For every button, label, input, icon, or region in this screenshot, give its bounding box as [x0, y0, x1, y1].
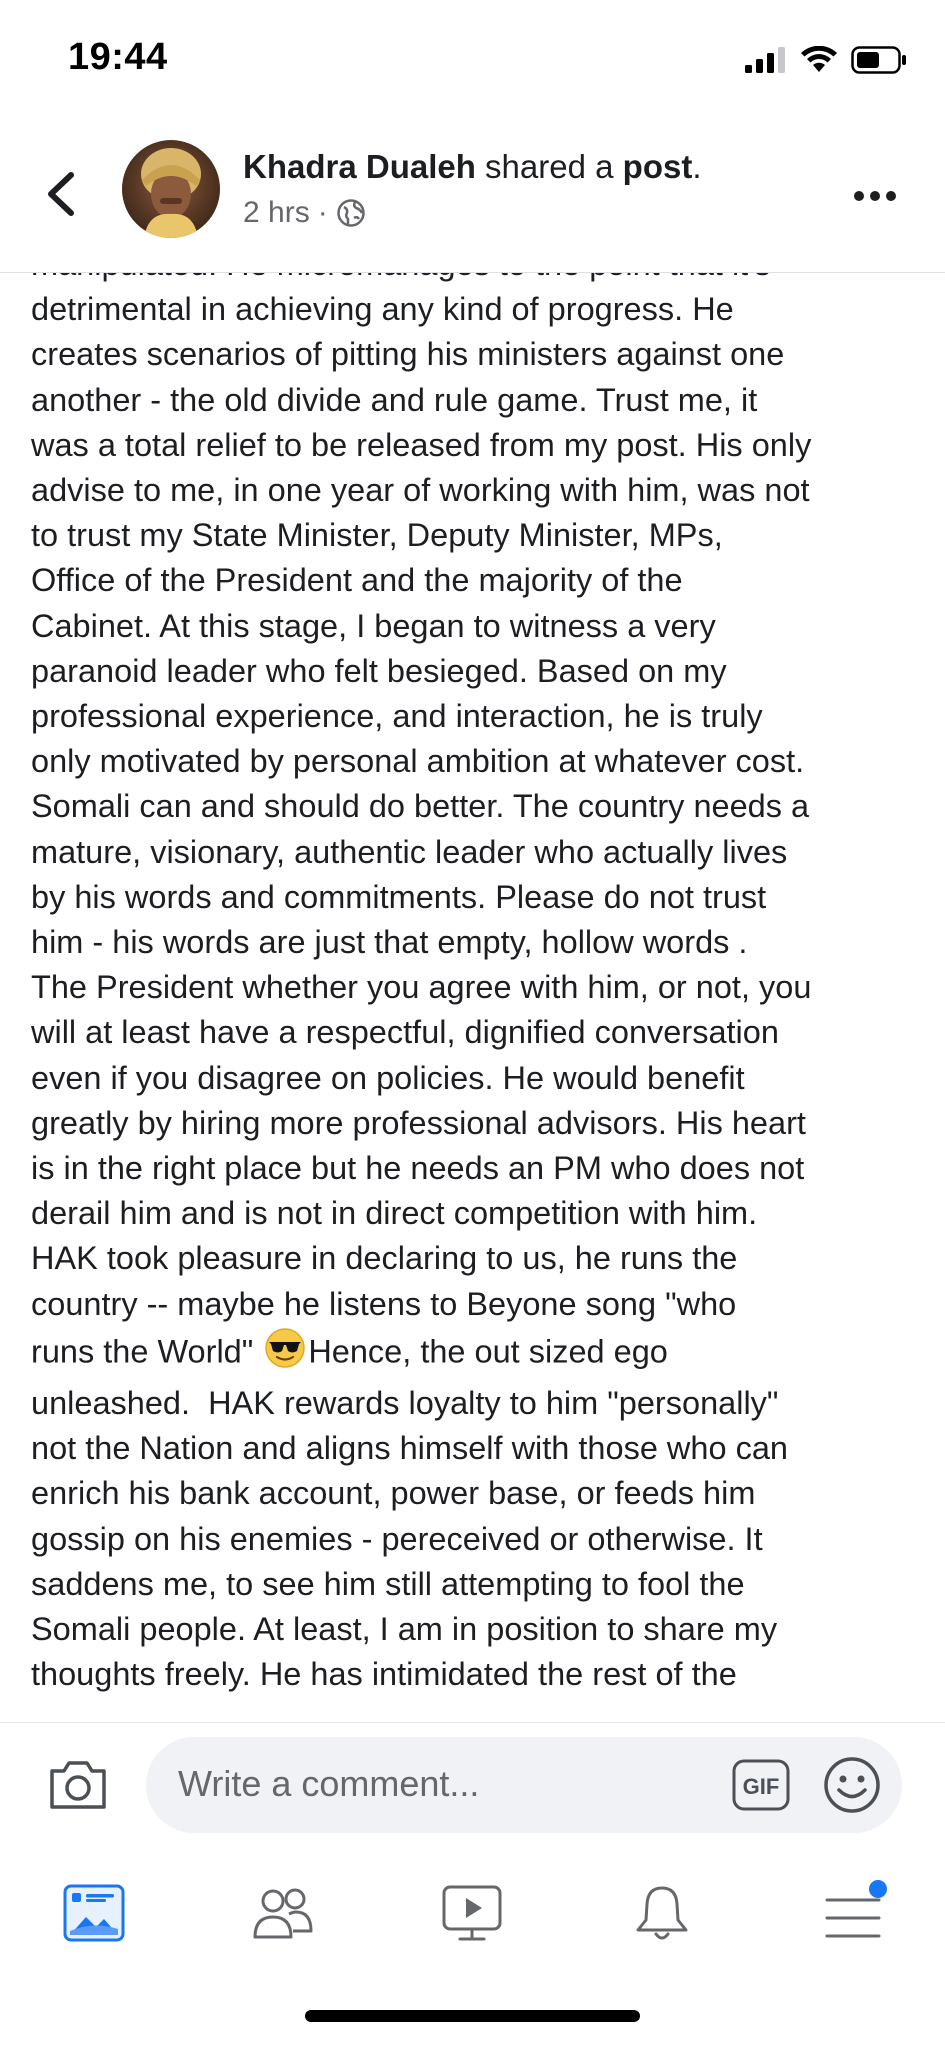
gif-icon: GIF [732, 1759, 790, 1811]
watch-icon [442, 1885, 502, 1941]
comment-input[interactable]: Write a comment... GIF [146, 1737, 902, 1833]
dot [886, 191, 896, 201]
dot [870, 191, 880, 201]
avatar[interactable] [122, 140, 220, 238]
nav-watch[interactable] [436, 1877, 508, 1949]
post-link[interactable]: post [623, 148, 693, 185]
status-icons [745, 40, 907, 80]
chevron-left-icon [48, 172, 74, 216]
comment-placeholder: Write a comment... [178, 1763, 480, 1804]
punctuation: . [692, 148, 702, 185]
menu-icon [825, 1880, 887, 1938]
gif-button[interactable]: GIF [732, 1759, 790, 1811]
post-text-part-1: manipulated. He micromanages to the poin… [31, 246, 812, 1370]
post-text-part-2: Hence, the out sized ego unleashed. HAK … [31, 1333, 788, 1693]
post-text: manipulated. He micromanages to the poin… [31, 242, 921, 1698]
nav-notifications[interactable] [626, 1877, 698, 1949]
globe-icon [336, 199, 365, 227]
bottom-nav [0, 1849, 945, 2048]
wifi-icon [801, 46, 837, 72]
status-time: 19:44 [68, 36, 168, 78]
news-feed-icon [63, 1884, 125, 1942]
gif-label: GIF [743, 1774, 780, 1799]
signal-icon [745, 47, 785, 73]
dot [854, 191, 864, 201]
nav-news-feed[interactable] [58, 1877, 130, 1949]
timestamp[interactable]: 2 hrs [243, 196, 310, 230]
nav-menu[interactable] [816, 1877, 888, 1949]
nav-friends[interactable] [246, 1877, 318, 1949]
post-attribution: Khadra Dualeh shared a post. [243, 148, 702, 186]
camera-icon [50, 1761, 106, 1809]
sunglasses-emoji [264, 1327, 306, 1381]
camera-button[interactable] [46, 1753, 110, 1817]
back-button[interactable] [36, 162, 84, 226]
more-options-button[interactable] [845, 176, 905, 216]
profile-photo [122, 140, 220, 238]
battery-icon [851, 46, 906, 74]
post-header: Khadra Dualeh shared a post. 2 hrs · [0, 120, 945, 273]
status-bar: 19:44 [0, 0, 945, 120]
meta-separator: · [317, 196, 328, 229]
menu-badge [869, 1880, 887, 1898]
comment-bar: Write a comment... GIF [0, 1722, 945, 1850]
emoji-button[interactable] [822, 1755, 882, 1815]
smiley-icon [824, 1757, 880, 1813]
notifications-icon [636, 1886, 688, 1940]
friends-icon [253, 1888, 313, 1939]
action-text: shared a [475, 148, 623, 185]
home-indicator[interactable] [305, 2010, 640, 2022]
post-meta: 2 hrs · [243, 196, 366, 230]
poster-name[interactable]: Khadra Dualeh [243, 148, 476, 185]
